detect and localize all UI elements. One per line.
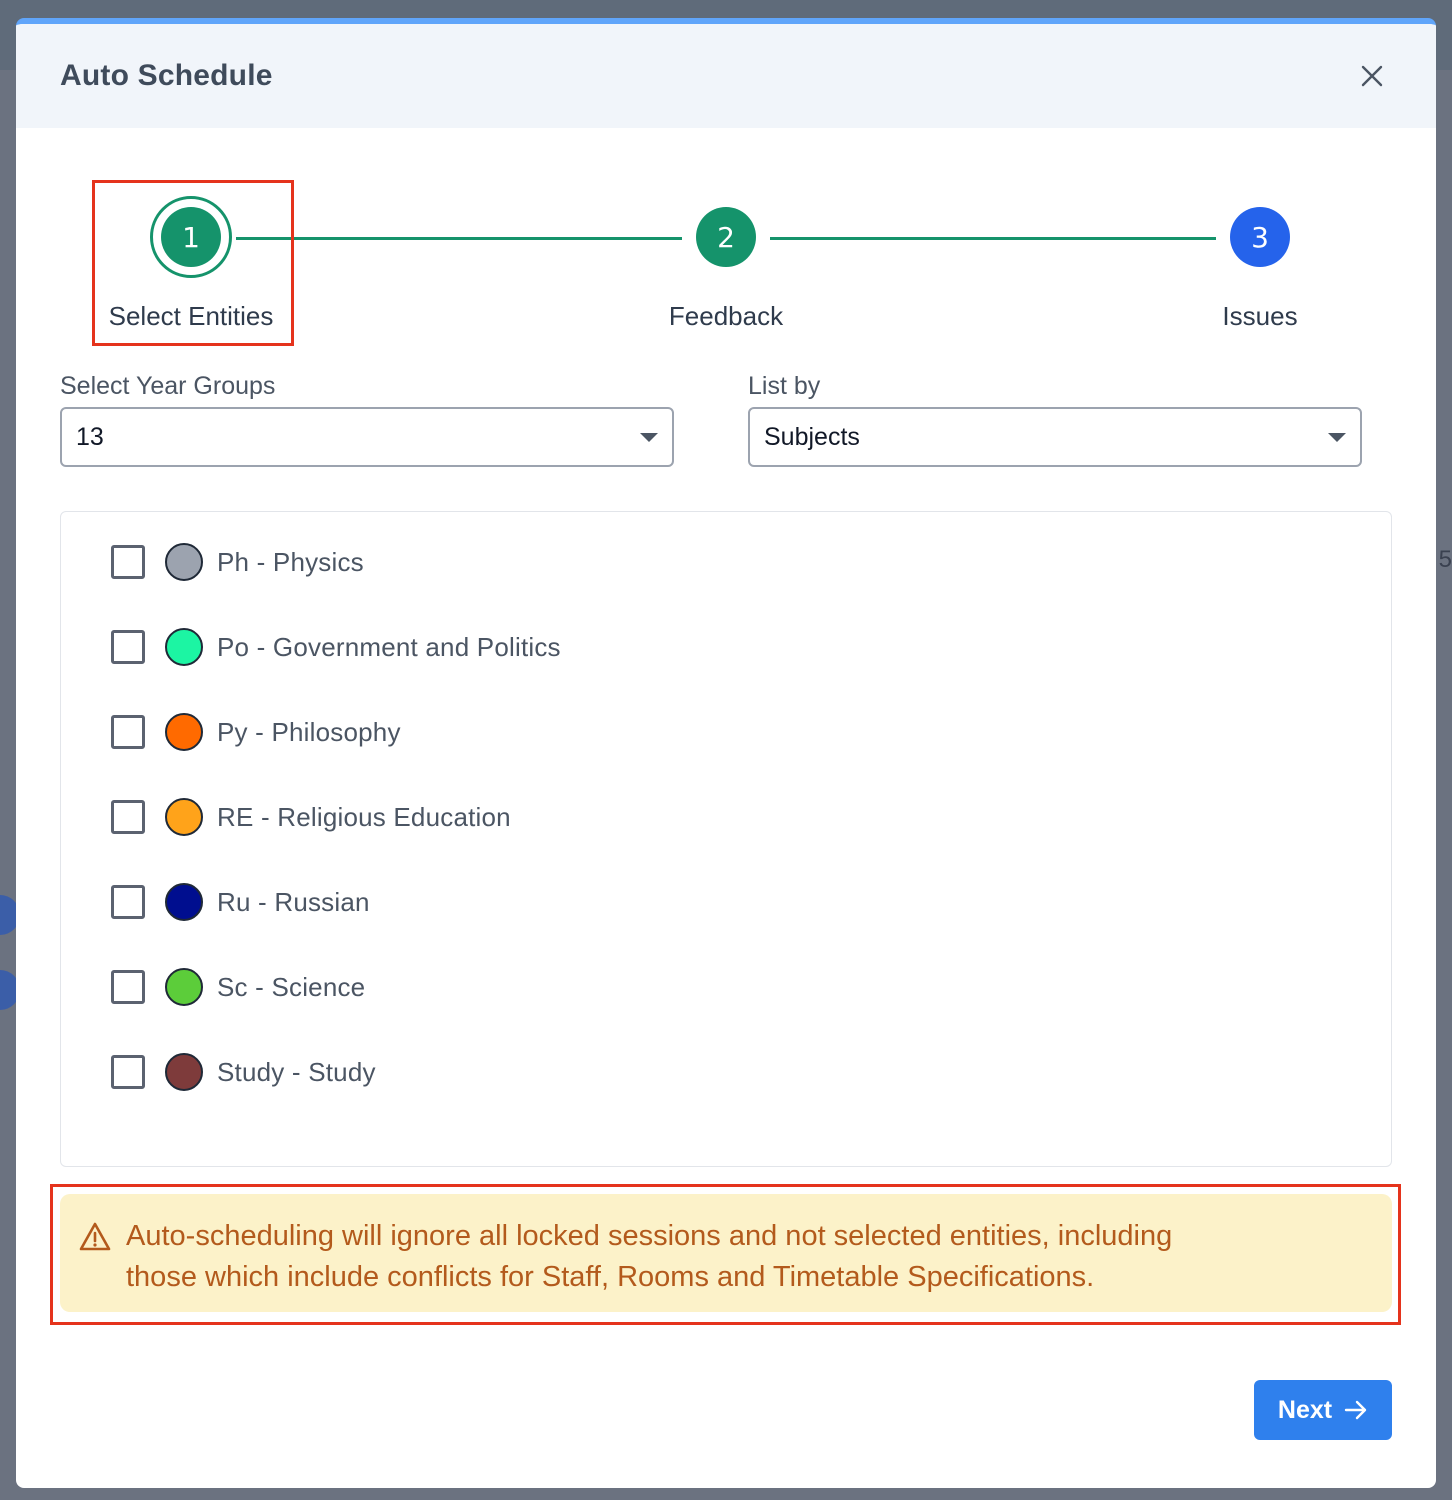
warning-triangle-icon: [79, 1222, 111, 1251]
list-by-label: List by: [748, 372, 821, 400]
modal-title: Auto Schedule: [60, 59, 273, 92]
subject-label: RE - Religious Education: [217, 801, 511, 832]
next-button[interactable]: Next: [1254, 1380, 1392, 1440]
year-groups-label: Select Year Groups: [60, 372, 276, 400]
subject-color-dot: [165, 883, 203, 921]
subject-label: Py - Philosophy: [217, 716, 401, 747]
step-2-label: Feedback: [668, 301, 784, 331]
step-connector-1-2: [236, 237, 682, 240]
subject-label: Ru - Russian: [217, 886, 370, 917]
list-item[interactable]: Ru - Russian: [111, 882, 370, 922]
list-by-value: Subjects: [764, 422, 860, 451]
subject-label: Po - Government and Politics: [217, 631, 561, 662]
step-connector-2-3: [770, 237, 1216, 240]
subject-label: Study - Study: [217, 1056, 376, 1087]
subject-checkbox[interactable]: [111, 715, 145, 749]
warning-alert: Auto-scheduling will ignore all locked s…: [60, 1194, 1392, 1312]
subject-checkbox[interactable]: [111, 970, 145, 1004]
next-button-label: Next: [1277, 1395, 1333, 1424]
alert-message: Auto-scheduling will ignore all locked s…: [126, 1216, 1173, 1293]
subject-color-dot: [165, 798, 203, 836]
alert-line-1: Auto-scheduling will ignore all locked s…: [126, 1220, 1173, 1252]
step-3-number: 3: [1230, 207, 1290, 267]
list-item[interactable]: Po - Government and Politics: [111, 627, 561, 667]
list-by-select[interactable]: Subjects: [748, 407, 1362, 467]
subject-checkbox[interactable]: [111, 800, 145, 834]
subject-checkbox[interactable]: [111, 630, 145, 664]
auto-schedule-modal: Auto Schedule 1 Select Entities 2 Feedba…: [16, 18, 1436, 1488]
step-2-number: 2: [696, 207, 756, 267]
step-1-highlight: [92, 180, 294, 346]
subject-color-dot: [165, 628, 203, 666]
subject-color-dot: [165, 1053, 203, 1091]
chevron-down-icon: [640, 433, 658, 442]
subject-color-dot: [165, 968, 203, 1006]
arrow-right-icon: [1344, 1400, 1367, 1420]
subject-label: Sc - Science: [217, 971, 366, 1002]
modal-header: Auto Schedule: [16, 24, 1436, 128]
list-item[interactable]: Ph - Physics: [111, 542, 364, 582]
subject-checkbox[interactable]: [111, 885, 145, 919]
list-item[interactable]: Py - Philosophy: [111, 712, 401, 752]
subject-checkbox[interactable]: [111, 545, 145, 579]
alert-line-2: those which include conflicts for Staff,…: [126, 1261, 1095, 1293]
subject-list: Ph - Physics Po - Government and Politic…: [60, 511, 1392, 1167]
subject-color-dot: [165, 543, 203, 581]
year-groups-select[interactable]: 13: [60, 407, 674, 467]
chevron-down-icon: [1328, 433, 1346, 442]
year-groups-value: 13: [76, 422, 104, 451]
subject-label: Ph - Physics: [217, 546, 364, 577]
close-icon: [1361, 65, 1383, 87]
subject-checkbox[interactable]: [111, 1055, 145, 1089]
subject-color-dot: [165, 713, 203, 751]
close-button[interactable]: [1352, 56, 1392, 96]
step-3-label: Issues: [1222, 301, 1298, 331]
list-item[interactable]: Sc - Science: [111, 967, 365, 1007]
background-edge-digit: 5: [1438, 546, 1452, 573]
list-item[interactable]: RE - Religious Education: [111, 797, 511, 837]
list-item[interactable]: Study - Study: [111, 1052, 376, 1092]
